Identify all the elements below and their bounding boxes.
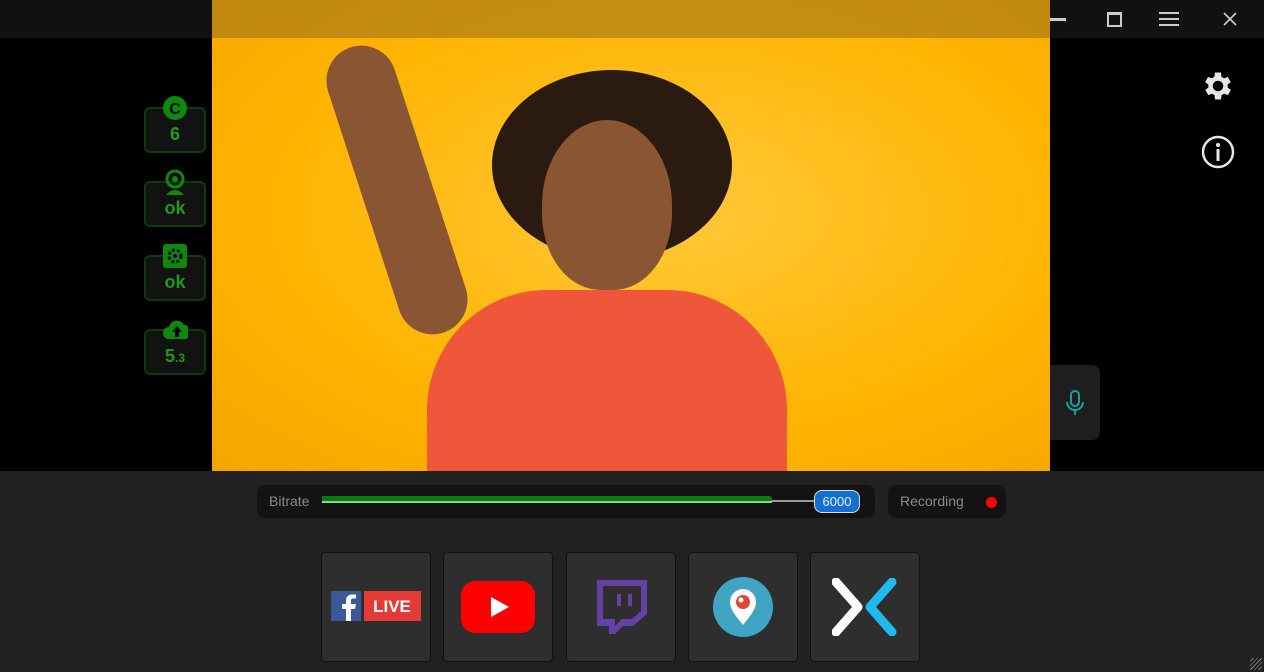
c-icon: C	[162, 95, 188, 121]
cloud-upload-icon	[162, 317, 188, 343]
maximize-icon	[1107, 12, 1122, 27]
periscope-icon	[713, 577, 773, 637]
maximize-button[interactable]	[1086, 0, 1142, 38]
recording-indicator	[986, 497, 997, 508]
status-panel: C 6 ok ok 5.3	[144, 95, 206, 403]
bitrate-label: Bitrate	[269, 493, 309, 509]
menu-button[interactable]	[1141, 0, 1197, 38]
info-button[interactable]	[1200, 134, 1250, 174]
preview-figure	[317, 37, 476, 344]
twitch-icon	[593, 578, 649, 636]
info-icon	[1200, 134, 1236, 170]
webcam-icon	[162, 169, 188, 195]
svg-text:LIVE: LIVE	[373, 597, 411, 616]
recording-toggle[interactable]: Recording	[888, 485, 1006, 518]
facebook-live-icon: LIVE	[331, 591, 421, 623]
gear-icon	[1200, 68, 1236, 104]
settings-button[interactable]	[1200, 68, 1250, 108]
svg-text:C: C	[169, 101, 181, 118]
bitrate-slider[interactable]	[322, 500, 817, 502]
control-bar: Bitrate 6000 Recording LIVE	[0, 471, 1264, 672]
youtube-button[interactable]	[443, 552, 553, 662]
twitch-button[interactable]	[566, 552, 676, 662]
settings-box-icon	[162, 243, 188, 269]
camera-preview	[212, 0, 1050, 471]
recording-label: Recording	[900, 493, 964, 509]
facebook-live-button[interactable]: LIVE	[321, 552, 431, 662]
minimize-icon	[1050, 18, 1066, 21]
resize-grip[interactable]	[1250, 658, 1262, 670]
close-button[interactable]	[1202, 0, 1258, 38]
mixer-button[interactable]	[810, 552, 920, 662]
bitrate-slider-handle[interactable]: 6000	[814, 490, 860, 513]
camera-stat: ok	[144, 181, 206, 227]
upload-stat: 5.3	[144, 329, 206, 375]
youtube-icon	[461, 581, 535, 633]
hamburger-icon	[1159, 12, 1179, 26]
microphone-button[interactable]	[1050, 365, 1100, 440]
close-icon	[1223, 12, 1237, 26]
encoder-stat: ok	[144, 255, 206, 301]
microphone-icon	[1065, 390, 1085, 416]
mixer-icon	[832, 578, 898, 636]
connection-stat: C 6	[144, 107, 206, 153]
bitrate-control: Bitrate 6000	[257, 485, 875, 518]
periscope-button[interactable]	[688, 552, 798, 662]
bitrate-fill	[322, 496, 772, 502]
